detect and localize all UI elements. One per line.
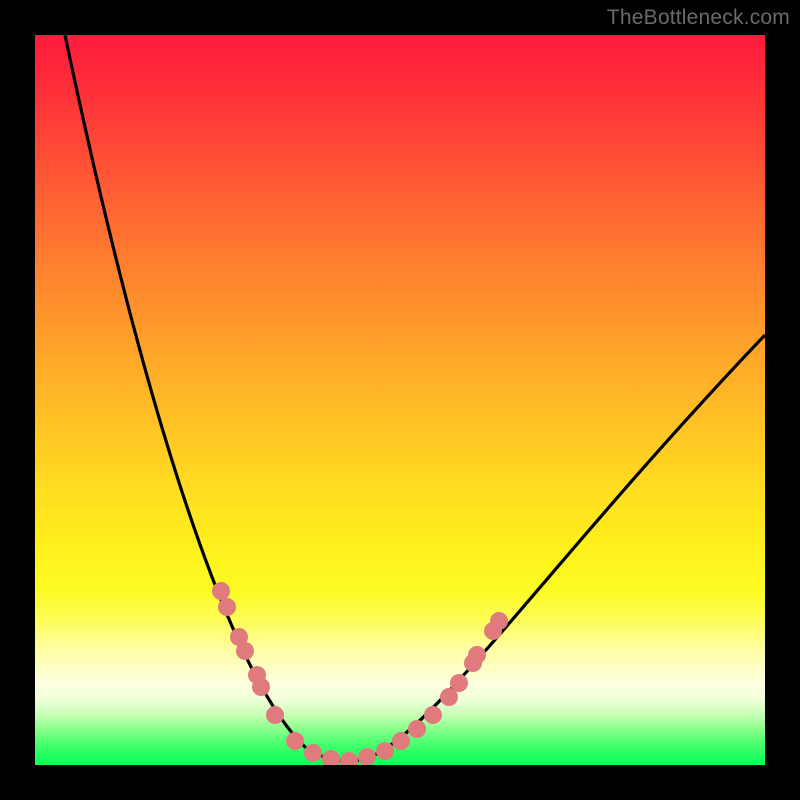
data-marker (266, 706, 284, 724)
data-marker (450, 674, 468, 692)
data-marker (286, 732, 304, 750)
data-marker (322, 750, 340, 765)
data-marker (218, 598, 236, 616)
plot-area (35, 35, 765, 765)
data-marker (468, 646, 486, 664)
watermark-text: TheBottleneck.com (607, 6, 790, 30)
data-marker (358, 748, 376, 765)
bottleneck-curve (65, 35, 765, 761)
data-marker (340, 752, 358, 765)
data-marker (490, 612, 508, 630)
chart-frame: TheBottleneck.com (0, 0, 800, 800)
data-marker (252, 678, 270, 696)
data-marker (236, 642, 254, 660)
data-marker (392, 732, 410, 750)
chart-svg (35, 35, 765, 765)
data-marker (408, 720, 426, 738)
data-marker (212, 582, 230, 600)
data-marker (424, 706, 442, 724)
data-marker (376, 742, 394, 760)
data-marker (304, 744, 322, 762)
